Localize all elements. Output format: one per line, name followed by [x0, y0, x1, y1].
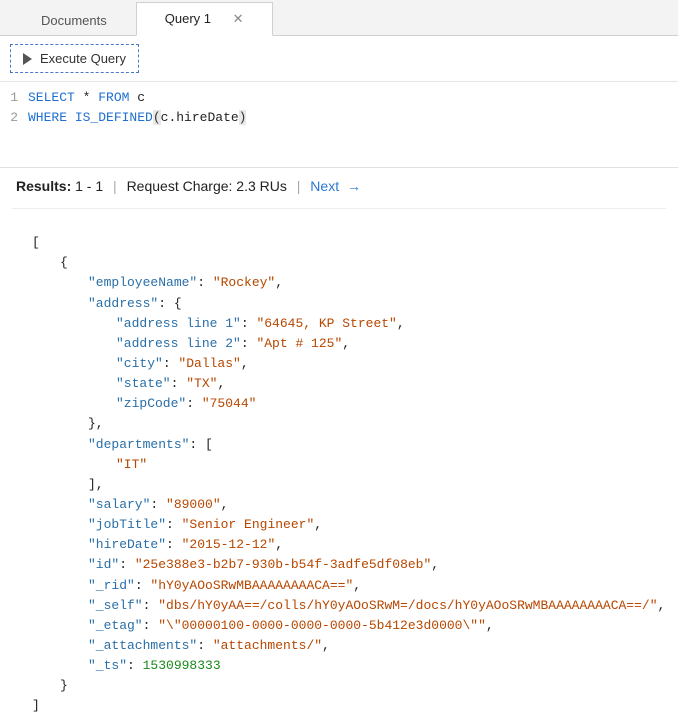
tab-query[interactable]: Query 1 ✕ — [136, 2, 273, 36]
close-icon[interactable]: ✕ — [233, 11, 244, 26]
editor-line: 1 SELECT * FROM c — [0, 88, 678, 108]
results-range: 1 - 1 — [75, 178, 103, 194]
execute-label: Execute Query — [40, 51, 126, 66]
separator: | — [297, 178, 301, 194]
next-label: Next — [310, 178, 339, 194]
line-number: 1 — [0, 88, 28, 108]
play-icon — [23, 53, 32, 65]
execute-query-button[interactable]: Execute Query — [10, 44, 139, 73]
code: SELECT * FROM c — [28, 88, 678, 108]
tab-label: Documents — [41, 13, 107, 28]
results-label: Results: — [16, 178, 71, 194]
code: WHERE IS_DEFINED(c.hireDate) — [28, 108, 678, 128]
toolbar: Execute Query — [0, 36, 678, 82]
json-result-view[interactable]: [ { "employeeName": "Rockey", "address":… — [12, 208, 666, 717]
results-bar: Results: 1 - 1 | Request Charge: 2.3 RUs… — [0, 167, 678, 204]
request-charge-value: 2.3 RUs — [236, 178, 287, 194]
tab-documents[interactable]: Documents — [12, 4, 136, 36]
separator: | — [113, 178, 117, 194]
query-editor[interactable]: 1 SELECT * FROM c 2 WHERE IS_DEFINED(c.h… — [0, 82, 678, 167]
tab-label: Query 1 — [165, 11, 211, 26]
editor-line: 2 WHERE IS_DEFINED(c.hireDate) — [0, 108, 678, 128]
request-charge-label: Request Charge: — [127, 178, 233, 194]
next-link[interactable]: Next → — [310, 178, 361, 194]
arrow-right-icon: → — [343, 178, 361, 194]
line-number: 2 — [0, 108, 28, 128]
tab-bar: Documents Query 1 ✕ — [0, 0, 678, 36]
